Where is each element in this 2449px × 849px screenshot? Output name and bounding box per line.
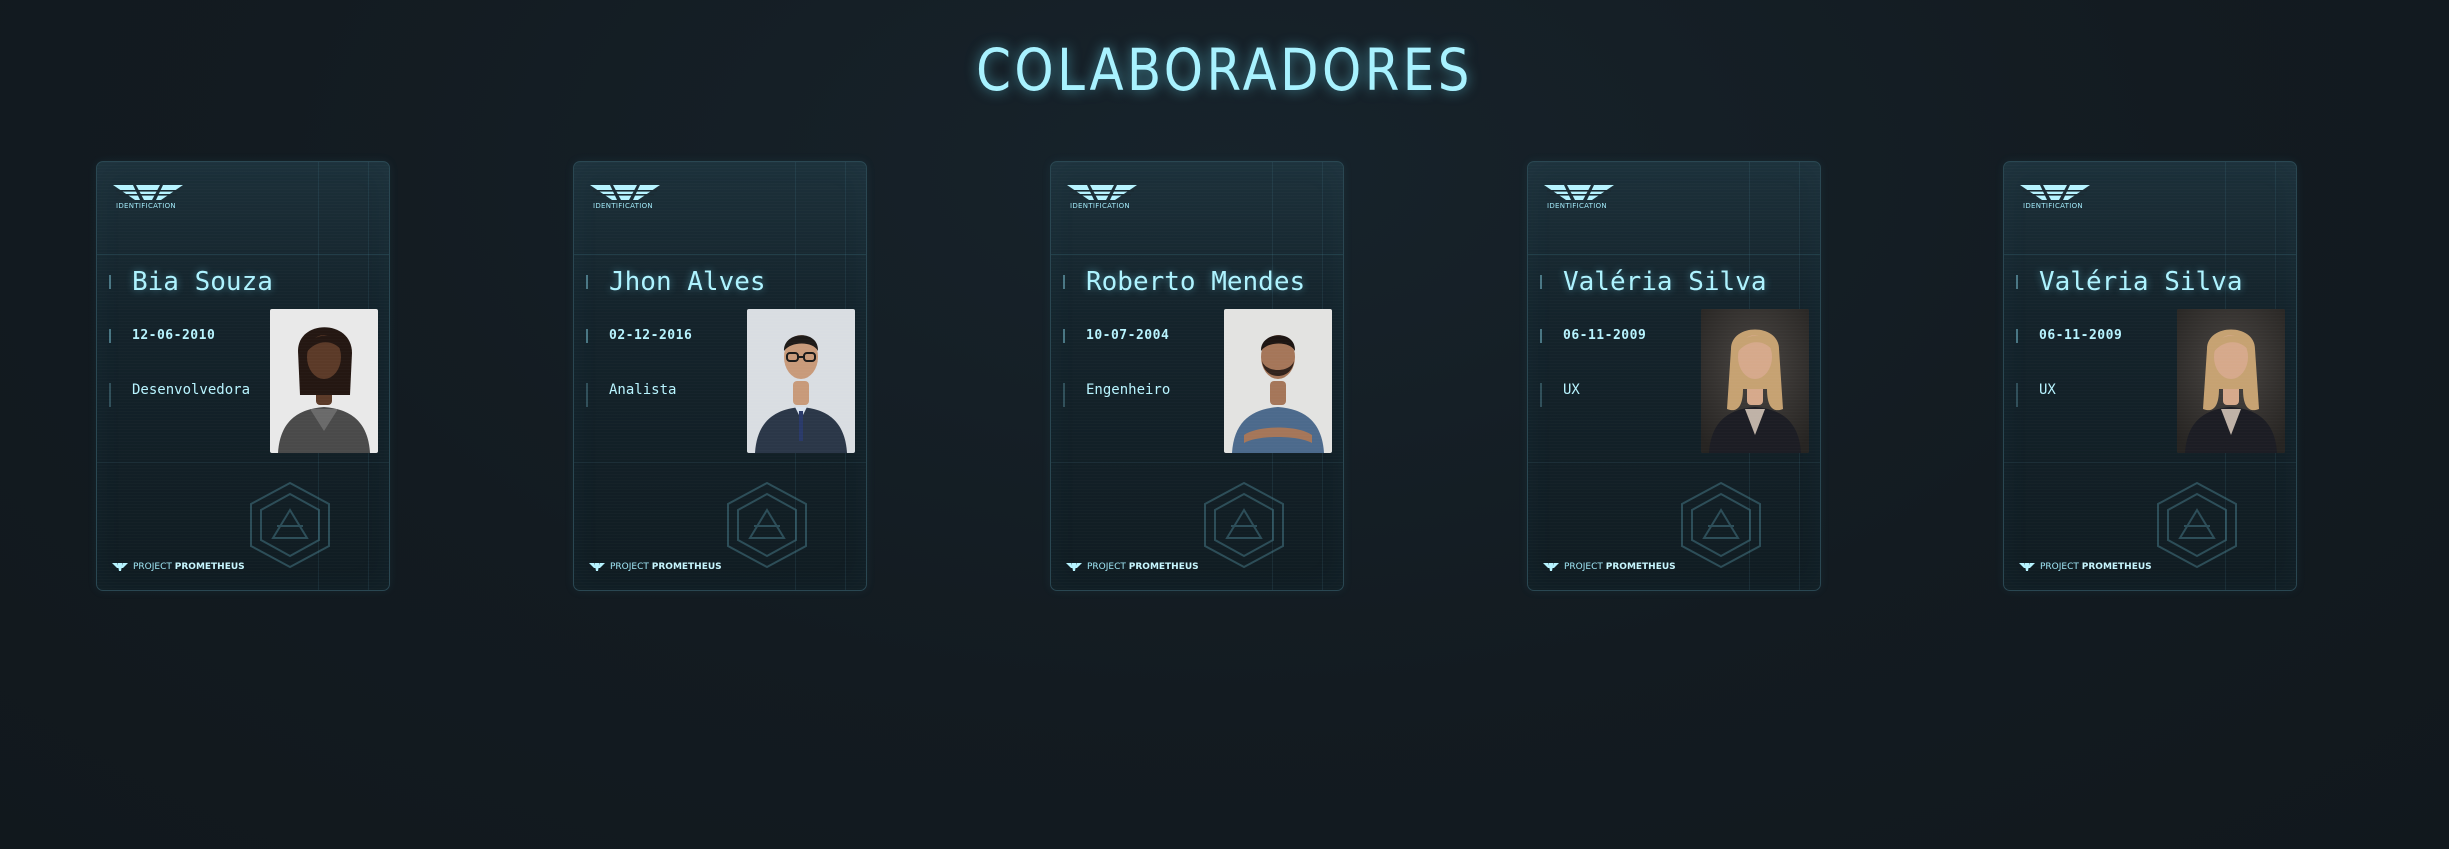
employee-card-4[interactable]: IDENTIFICATION Valéria Silva 06-11-2009 … [1527,161,1821,591]
weyland-wings-icon [113,185,183,200]
side-tick [109,383,111,407]
card-footer: PROJECT PROMETHEUS [589,562,722,572]
card-decor-line [97,462,389,463]
card-decor-line [2004,462,2296,463]
employee-role: Analista [609,382,677,398]
employee-name: Roberto Mendes [1086,267,1306,297]
employee-date: 02-12-2016 [609,328,693,343]
side-tick [109,275,111,289]
page-title: COLABORADORES [976,36,1473,104]
hexagon-emblem-icon [1204,481,1284,569]
employee-card-1[interactable]: IDENTIFICATION Bia Souza 12-06-2010 Dese… [96,161,390,591]
employee-name: Valéria Silva [2039,267,2243,297]
employee-name: Jhon Alves [609,267,766,297]
card-decor-line [1051,462,1343,463]
employee-date: 10-07-2004 [1086,328,1170,343]
footer-label: PROJECT PROMETHEUS [133,562,245,572]
card-divider [574,254,866,255]
employee-photo [747,309,855,453]
employee-photo [1701,309,1809,453]
card-divider [2004,254,2296,255]
woman-portrait-white-background [270,309,378,453]
side-tick [1063,275,1065,289]
hexagon-emblem-icon [727,481,807,569]
card-decor-line [1528,462,1820,463]
employee-date: 06-11-2009 [2039,328,2123,343]
side-tick [586,383,588,407]
employee-photo [1224,309,1332,453]
card-divider [97,254,389,255]
weyland-wings-small-icon [589,562,605,571]
side-tick [1540,275,1542,289]
footer-label: PROJECT PROMETHEUS [1087,562,1199,572]
employee-name: Valéria Silva [1563,267,1767,297]
man-blue-tshirt-portrait [1224,309,1332,453]
side-tick [586,275,588,289]
footer-label: PROJECT PROMETHEUS [2040,562,2152,572]
card-footer: PROJECT PROMETHEUS [2019,562,2152,572]
employee-date: 06-11-2009 [1563,328,1647,343]
logo-caption: IDENTIFICATION [2023,202,2083,210]
side-tick [109,329,111,343]
side-tick [1540,329,1542,343]
footer-label: PROJECT PROMETHEUS [1564,562,1676,572]
weyland-wings-small-icon [1066,562,1082,571]
card-footer: PROJECT PROMETHEUS [112,562,245,572]
employee-role: Desenvolvedora [132,382,251,398]
employee-card-5[interactable]: IDENTIFICATION Valéria Silva 06-11-2009 … [2003,161,2297,591]
card-divider [1528,254,1820,255]
side-tick [1063,383,1065,407]
hexagon-emblem-icon [2157,481,2237,569]
weyland-wings-icon [2020,185,2090,200]
employee-photo [270,309,378,453]
employee-card-3[interactable]: IDENTIFICATION Roberto Mendes 10-07-2004… [1050,161,1344,591]
weyland-wings-small-icon [1543,562,1559,571]
card-footer: PROJECT PROMETHEUS [1543,562,1676,572]
side-tick [586,329,588,343]
woman-blonde-suit-portrait [1701,309,1809,453]
card-decor-line [574,462,866,463]
employee-date: 12-06-2010 [132,328,216,343]
woman-blonde-suit-portrait [2177,309,2285,453]
weyland-wings-icon [1544,185,1614,200]
weyland-wings-icon [590,185,660,200]
logo-caption: IDENTIFICATION [1547,202,1607,210]
side-tick [1063,329,1065,343]
weyland-wings-small-icon [2019,562,2035,571]
weyland-wings-small-icon [112,562,128,571]
footer-label: PROJECT PROMETHEUS [610,562,722,572]
logo-caption: IDENTIFICATION [593,202,653,210]
weyland-wings-icon [1067,185,1137,200]
employee-role: Engenheiro [1086,382,1171,398]
employee-role: UX [2039,382,2056,398]
hexagon-emblem-icon [1681,481,1761,569]
side-tick [2016,383,2018,407]
man-suit-glasses-portrait [747,309,855,453]
hexagon-emblem-icon [250,481,330,569]
employee-card-2[interactable]: IDENTIFICATION Jhon Alves 02-12-2016 Ana… [573,161,867,591]
side-tick [2016,275,2018,289]
card-divider [1051,254,1343,255]
logo-caption: IDENTIFICATION [1070,202,1130,210]
employee-name: Bia Souza [132,267,273,297]
employee-photo [2177,309,2285,453]
card-footer: PROJECT PROMETHEUS [1066,562,1199,572]
logo-caption: IDENTIFICATION [116,202,176,210]
side-tick [2016,329,2018,343]
side-tick [1540,383,1542,407]
employee-role: UX [1563,382,1580,398]
